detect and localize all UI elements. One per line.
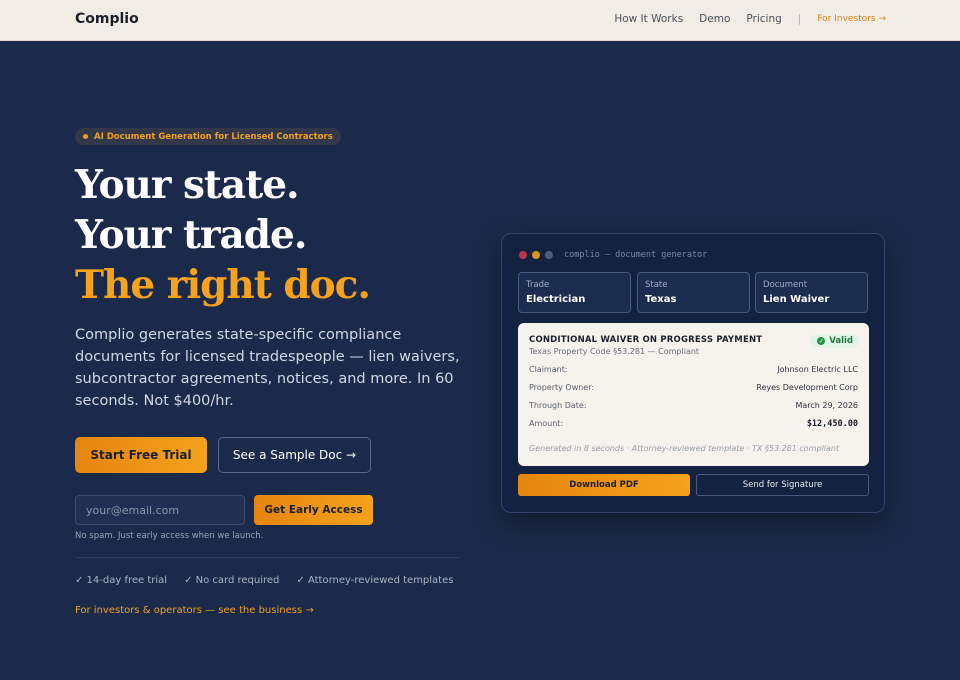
window-controls [519, 251, 558, 259]
email-input[interactable] [75, 495, 245, 525]
check-circle-icon: ✓ [817, 337, 826, 345]
state-value: Texas [645, 294, 677, 305]
no-spam-note: No spam. Just early access when we launc… [75, 531, 264, 541]
valid-badge: ✓ Valid [811, 334, 859, 348]
document-row: Property Owner: Reyes Development Corp [529, 383, 858, 392]
hero-badge: AI Document Generation for Licensed Cont… [75, 128, 341, 145]
investors-operators-link[interactable]: For investors & operators — see the busi… [75, 605, 314, 616]
state-selector[interactable]: State Texas [637, 272, 750, 313]
nav-separator: | [797, 13, 802, 25]
maximize-dot-icon [545, 251, 553, 259]
headline-line-3: The right doc. [75, 262, 371, 308]
headline-line-2: Your trade. [75, 212, 307, 258]
document-selector[interactable]: Document Lien Waiver [755, 272, 868, 313]
row-label: Claimant: [529, 365, 568, 374]
amount-value: $12,450.00 [806, 419, 858, 429]
row-value: Johnson Electric LLC [777, 365, 858, 374]
row-value: Reyes Development Corp [756, 383, 858, 392]
document-row: Claimant: Johnson Electric LLC [529, 365, 858, 374]
terminal-title: complio — document generator [564, 250, 708, 260]
row-label: Property Owner: [529, 383, 595, 392]
logo[interactable]: Complio [75, 11, 139, 27]
close-dot-icon [519, 251, 527, 259]
document-value: Lien Waiver [763, 294, 830, 305]
state-label: State [645, 280, 668, 290]
check-no-card: ✓ No card required [184, 575, 280, 586]
hero-headline: Your state. Your trade. The right doc. [75, 160, 371, 310]
start-free-trial-button[interactable]: Start Free Trial [75, 437, 207, 473]
top-nav-bar: Complio How It Works Demo Pricing | For … [0, 0, 960, 41]
trade-label: Trade [526, 280, 550, 290]
download-pdf-button[interactable]: Download PDF [518, 474, 690, 496]
minimize-dot-icon [532, 251, 540, 259]
check-attorney-reviewed: ✓ Attorney-reviewed templates [296, 575, 454, 586]
document-footer: Generated in 8 seconds · Attorney-review… [529, 444, 840, 453]
feature-checks: ✓ 14-day free trial ✓ No card required ✓… [75, 575, 470, 586]
nav-links: How It Works Demo Pricing | For Investor… [598, 13, 886, 25]
see-sample-doc-button[interactable]: See a Sample Doc → [218, 437, 371, 473]
document-preview: CONDITIONAL WAIVER ON PROGRESS PAYMENT T… [518, 323, 869, 466]
hero-description: Complio generates state-specific complia… [75, 327, 460, 409]
send-for-signature-button[interactable]: Send for Signature [696, 474, 869, 496]
nav-for-investors-link[interactable]: For Investors → [817, 14, 886, 24]
get-early-access-button[interactable]: Get Early Access [254, 495, 373, 525]
trade-selector[interactable]: Trade Electrician [518, 272, 631, 313]
check-free-trial: ✓ 14-day free trial [75, 575, 168, 586]
document-subtitle: Texas Property Code §53.281 — Compliant [529, 347, 700, 356]
headline-line-1: Your state. [75, 162, 300, 208]
document-row: Through Date: March 29, 2026 [529, 401, 858, 410]
nav-how-it-works[interactable]: How It Works [614, 13, 683, 25]
valid-text: Valid [829, 336, 853, 346]
document-title: CONDITIONAL WAIVER ON PROGRESS PAYMENT [529, 335, 763, 345]
row-label: Through Date: [529, 401, 587, 410]
badge-dot-icon [83, 134, 88, 139]
document-label: Document [763, 280, 808, 290]
badge-text: AI Document Generation for Licensed Cont… [94, 131, 333, 142]
nav-demo[interactable]: Demo [699, 13, 730, 25]
trade-value: Electrician [526, 294, 586, 305]
nav-pricing[interactable]: Pricing [746, 13, 781, 25]
row-label: Amount: [529, 419, 564, 428]
document-row: Amount: $12,450.00 [529, 419, 858, 429]
divider [75, 557, 460, 558]
row-value: March 29, 2026 [795, 401, 858, 410]
document-generator-card: complio — document generator Trade Elect… [501, 233, 885, 513]
